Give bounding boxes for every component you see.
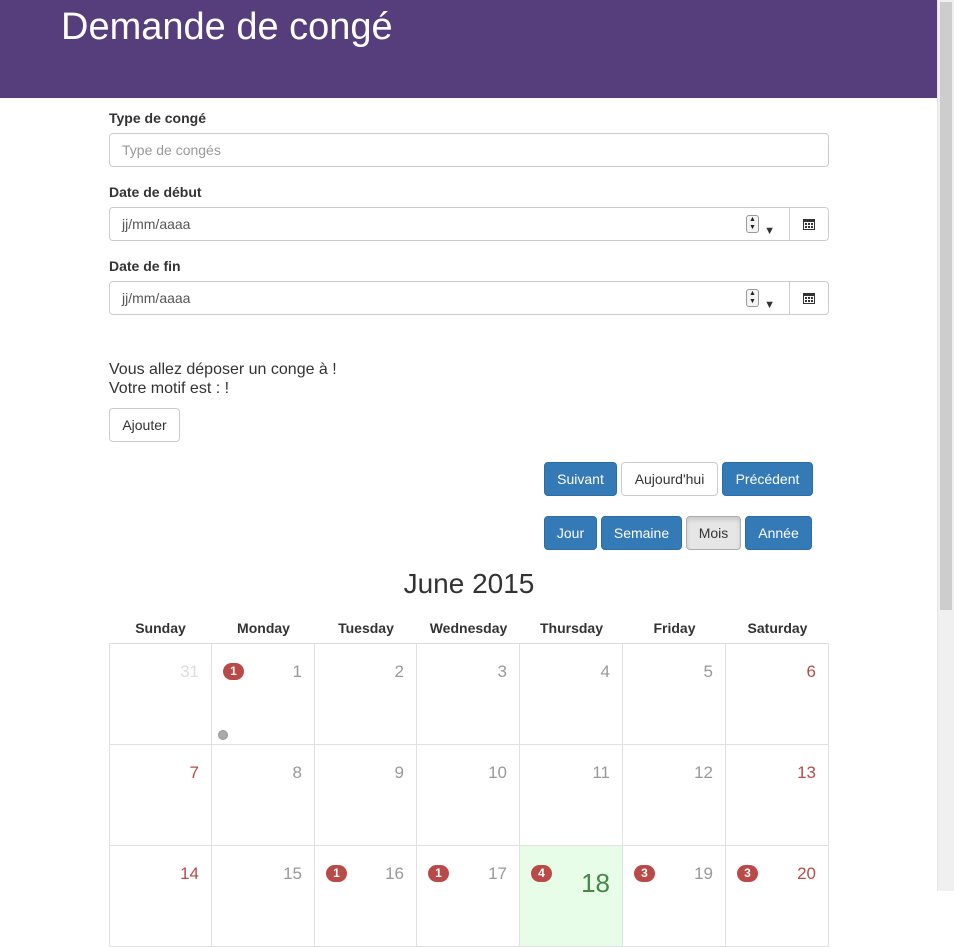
type-label: Type de congé <box>109 110 206 126</box>
start-date-calendar-button[interactable] <box>789 207 829 241</box>
event-count-badge[interactable]: 3 <box>737 865 758 882</box>
day-number[interactable]: 10 <box>488 763 507 783</box>
end-date-field[interactable]: jj/mm/aaaa ▲ ▼ ▼ <box>109 281 790 315</box>
day-number[interactable]: 2 <box>395 662 404 682</box>
day-cell[interactable]: 3 <box>417 644 520 745</box>
day-cell[interactable]: 14 <box>109 846 212 947</box>
previous-button[interactable]: Précédent <box>722 462 813 496</box>
view-week-button[interactable]: Semaine <box>601 516 682 550</box>
day-cell[interactable]: 12 <box>623 745 726 846</box>
weekday-tuesday: Tuesday <box>338 620 394 636</box>
scrollbar-thumb[interactable] <box>940 2 952 610</box>
start-date-value: jj/mm/aaaa <box>122 216 191 232</box>
day-cell[interactable]: 6 <box>726 644 829 745</box>
end-date-group: jj/mm/aaaa ▲ ▼ ▼ <box>109 281 829 315</box>
day-number[interactable]: 15 <box>283 864 302 884</box>
day-cell[interactable]: 10 <box>417 745 520 846</box>
vertical-scrollbar[interactable] <box>937 0 954 891</box>
day-number[interactable]: 13 <box>797 763 816 783</box>
day-number[interactable]: 1 <box>293 662 302 682</box>
weekday-thursday: Thursday <box>539 620 603 636</box>
spinner-icon[interactable]: ▲ ▼ <box>746 215 759 233</box>
event-count-badge[interactable]: 3 <box>634 865 655 882</box>
start-date-label: Date de début <box>109 184 202 200</box>
day-number[interactable]: 6 <box>807 662 816 682</box>
day-number[interactable]: 18 <box>581 868 610 899</box>
end-date-calendar-button[interactable] <box>789 281 829 315</box>
day-cell[interactable]: 31 <box>109 644 212 745</box>
day-cell[interactable]: 3 20 <box>726 846 829 947</box>
day-cell[interactable]: 9 <box>315 745 417 846</box>
day-cell[interactable]: 11 <box>520 745 623 846</box>
confirmation-message: Vous allez déposer un conge à ! <box>109 361 337 378</box>
day-number[interactable]: 5 <box>704 662 713 682</box>
event-count-badge[interactable]: 1 <box>223 663 244 680</box>
next-button[interactable]: Suivant <box>544 462 617 496</box>
page-header: Demande de congé <box>0 0 937 98</box>
view-year-button[interactable]: Année <box>745 516 812 550</box>
add-button[interactable]: Ajouter <box>109 408 180 442</box>
day-number[interactable]: 20 <box>797 864 816 884</box>
end-date-label: Date de fin <box>109 258 181 274</box>
dropdown-arrow-icon[interactable]: ▼ <box>764 289 775 321</box>
day-number[interactable]: 7 <box>190 763 199 783</box>
weekday-friday: Friday <box>653 620 696 636</box>
start-date-field[interactable]: jj/mm/aaaa ▲ ▼ ▼ <box>109 207 790 241</box>
month-grid: 31 1 1 2 3 4 5 6 7 8 9 10 11 12 13 14 15 1 16 1 17 4 18 3 19 3 20 <box>109 643 829 947</box>
type-input[interactable] <box>109 133 829 167</box>
end-date-value: jj/mm/aaaa <box>122 290 191 306</box>
day-cell[interactable]: 4 <box>520 644 623 745</box>
event-dot-icon[interactable] <box>218 730 228 740</box>
event-count-badge[interactable]: 1 <box>428 865 449 882</box>
view-day-button[interactable]: Jour <box>544 516 597 550</box>
calendar-icon <box>803 293 815 304</box>
day-cell[interactable]: 5 <box>623 644 726 745</box>
day-cell-today[interactable]: 4 18 <box>520 846 623 947</box>
weekday-wednesday: Wednesday <box>429 620 508 636</box>
day-number[interactable]: 31 <box>180 662 199 682</box>
start-date-group: jj/mm/aaaa ▲ ▼ ▼ <box>109 207 829 241</box>
day-number[interactable]: 12 <box>694 763 713 783</box>
day-number[interactable]: 4 <box>601 662 610 682</box>
day-cell[interactable]: 11 <box>212 644 315 745</box>
day-number[interactable]: 3 <box>498 662 507 682</box>
day-number[interactable]: 9 <box>395 763 404 783</box>
day-cell[interactable]: 3 19 <box>623 846 726 947</box>
day-cell[interactable]: 13 <box>726 745 829 846</box>
day-number[interactable]: 17 <box>488 864 507 884</box>
day-cell[interactable]: 1 17 <box>417 846 520 947</box>
event-count-badge[interactable]: 1 <box>326 865 347 882</box>
reason-message: Votre motif est : ! <box>109 380 230 397</box>
day-cell[interactable]: 1 16 <box>315 846 417 947</box>
day-number[interactable]: 11 <box>592 763 610 783</box>
day-cell[interactable]: 2 <box>315 644 417 745</box>
calendar-icon <box>803 219 815 230</box>
day-number[interactable]: 16 <box>385 864 404 884</box>
day-cell[interactable]: 15 <box>212 846 315 947</box>
day-number[interactable]: 14 <box>180 864 199 884</box>
day-cell[interactable]: 8 <box>212 745 315 846</box>
day-cell[interactable]: 7 <box>109 745 212 846</box>
calendar-title: June 2015 <box>403 568 535 599</box>
weekday-sunday: Sunday <box>135 620 186 636</box>
dropdown-arrow-icon[interactable]: ▼ <box>764 215 775 247</box>
spinner-icon[interactable]: ▲ ▼ <box>746 289 759 307</box>
day-number[interactable]: 8 <box>293 763 302 783</box>
view-month-button[interactable]: Mois <box>686 516 741 550</box>
page-title: Demande de congé <box>61 6 393 48</box>
weekday-monday: Monday <box>237 620 290 636</box>
event-count-badge[interactable]: 4 <box>531 865 552 882</box>
weekday-saturday: Saturday <box>747 620 808 636</box>
day-number[interactable]: 19 <box>694 864 713 884</box>
today-button[interactable]: Aujourd'hui <box>621 462 718 496</box>
